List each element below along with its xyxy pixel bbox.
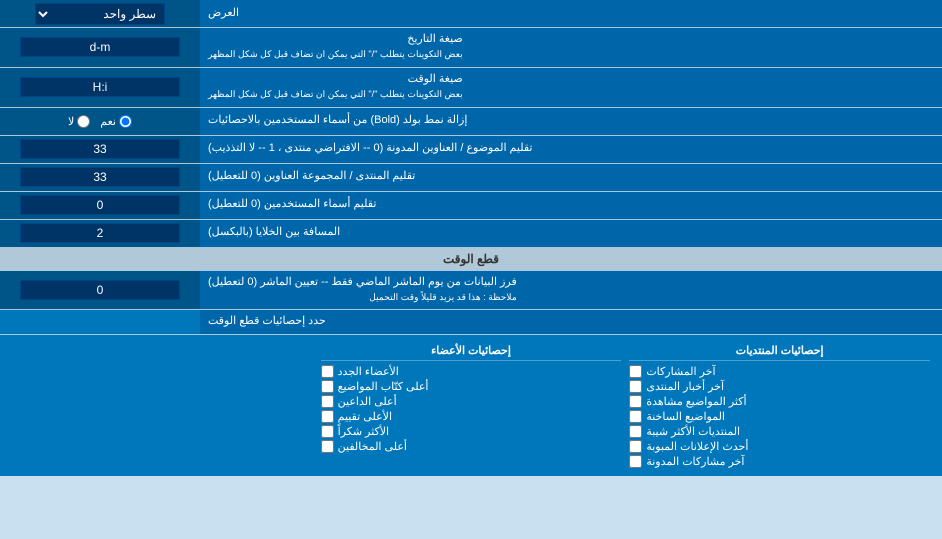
topic-address-input-cell bbox=[0, 136, 200, 163]
bold-names-radio-group: نعم لا bbox=[60, 111, 140, 132]
checkbox-most-thanked: الأكثر شكراً bbox=[321, 425, 622, 438]
checkbox-latest-topics-input[interactable] bbox=[629, 410, 642, 423]
checkbox-top-rated-input[interactable] bbox=[321, 410, 334, 423]
bold-names-row: إزالة نمط بولد (Bold) من أسماء المستخدمي… bbox=[0, 108, 942, 136]
checkbox-col2: إحصائيات الأعضاء الأعضاء الجدد أعلى كتّا… bbox=[317, 339, 626, 472]
checkbox-top-active: أعلى الداعين bbox=[321, 395, 622, 408]
user-names-input-cell bbox=[0, 192, 200, 219]
topic-address-row: تقليم الموضوع / العناوين المدونة (0 -- ا… bbox=[0, 136, 942, 164]
user-names-input[interactable] bbox=[20, 195, 180, 215]
checkbox-most-similar: المنتديات الأكثر شيبة bbox=[629, 425, 930, 438]
forum-address-input[interactable] bbox=[20, 167, 180, 187]
checkbox-new-members-input[interactable] bbox=[321, 365, 334, 378]
checkbox-top-posters: أعلى كتّاب المواضيع bbox=[321, 380, 622, 393]
cutoff-days-input-cell bbox=[0, 271, 200, 310]
checkbox-latest-posts-input[interactable] bbox=[629, 365, 642, 378]
checkbox-most-thanked-input[interactable] bbox=[321, 425, 334, 438]
forum-address-row: تقليم المنتدى / المجموعة العناوين (0 للت… bbox=[0, 164, 942, 192]
checkbox-latest-news: آخر أخبار المنتدى bbox=[629, 380, 930, 393]
cutoff-days-input[interactable] bbox=[20, 280, 180, 300]
bold-no-radio[interactable] bbox=[77, 115, 90, 128]
forum-address-input-cell bbox=[0, 164, 200, 191]
date-format-label: صيغة التاريخبعض التكوينات يتطلب "/" التي… bbox=[200, 28, 942, 67]
checkbox-latest-topics: المواضيع الساخنة bbox=[629, 410, 930, 423]
checkbox-top-posters-input[interactable] bbox=[321, 380, 334, 393]
topic-address-input[interactable] bbox=[20, 139, 180, 159]
checkbox-most-similar-input[interactable] bbox=[629, 425, 642, 438]
forum-address-label: تقليم المنتدى / المجموعة العناوين (0 للت… bbox=[200, 164, 942, 191]
bold-no-label[interactable]: لا bbox=[68, 115, 90, 128]
display-mode-label: العرض bbox=[200, 0, 942, 27]
checkbox-latest-ads: أحدث الإعلانات المبوبة bbox=[629, 440, 930, 453]
checkboxes-container: إحصائيات المنتديات آخر المشاركات آخر أخب… bbox=[0, 339, 942, 472]
cell-spacing-label: المسافة بين الخلايا (بالبكسل) bbox=[200, 220, 942, 247]
display-mode-row: العرض سطر واحدمتعدد الأسطر bbox=[0, 0, 942, 28]
time-format-label: صيغة الوقتبعض التكوينات يتطلب "/" التي ي… bbox=[200, 68, 942, 107]
checkbox-most-viewed: أكثر المواضيع مشاهدة bbox=[629, 395, 930, 408]
checkbox-most-viewed-input[interactable] bbox=[629, 395, 642, 408]
checkbox-latest-posts: آخر المشاركات bbox=[629, 365, 930, 378]
checkbox-top-moderators-input[interactable] bbox=[321, 440, 334, 453]
bold-yes-label[interactable]: نعم bbox=[100, 115, 132, 128]
checkbox-top-active-input[interactable] bbox=[321, 395, 334, 408]
topic-address-label: تقليم الموضوع / العناوين المدونة (0 -- ا… bbox=[200, 136, 942, 163]
cell-spacing-input-cell bbox=[0, 220, 200, 247]
cutoff-section-header: قطع الوقت bbox=[0, 248, 942, 271]
limit-row: حدد إحصائيات قطع الوقت bbox=[0, 310, 942, 334]
user-names-label: تقليم أسماء المستخدمين (0 للتعطيل) bbox=[200, 192, 942, 219]
checkbox-col3 bbox=[8, 339, 317, 472]
date-format-input[interactable] bbox=[20, 37, 180, 57]
bold-names-label: إزالة نمط بولد (Bold) من أسماء المستخدمي… bbox=[200, 108, 942, 135]
user-names-row: تقليم أسماء المستخدمين (0 للتعطيل) bbox=[0, 192, 942, 220]
checkbox-top-moderators: أعلى المخالفين bbox=[321, 440, 622, 453]
checkbox-latest-collab-input[interactable] bbox=[629, 455, 642, 468]
cutoff-days-row: فرز البيانات من يوم الماشر الماضي فقط --… bbox=[0, 271, 942, 311]
bold-yes-radio[interactable] bbox=[119, 115, 132, 128]
time-format-input-cell bbox=[0, 68, 200, 107]
date-format-input-cell bbox=[0, 28, 200, 67]
limit-label: حدد إحصائيات قطع الوقت bbox=[200, 310, 942, 333]
checkbox-latest-news-input[interactable] bbox=[629, 380, 642, 393]
display-mode-select[interactable]: سطر واحدمتعدد الأسطر bbox=[35, 3, 165, 25]
limit-input-cell bbox=[0, 310, 200, 333]
display-mode-input-cell: سطر واحدمتعدد الأسطر bbox=[0, 0, 200, 27]
time-format-row: صيغة الوقتبعض التكوينات يتطلب "/" التي ي… bbox=[0, 68, 942, 108]
cell-spacing-input[interactable] bbox=[20, 223, 180, 243]
col1-header: إحصائيات المنتديات bbox=[629, 341, 930, 361]
checkbox-latest-collab: آخر مشاركات المدونة bbox=[629, 455, 930, 468]
checkbox-top-rated: الأعلى تقييم bbox=[321, 410, 622, 423]
checkbox-new-members: الأعضاء الجدد bbox=[321, 365, 622, 378]
time-format-input[interactable] bbox=[20, 77, 180, 97]
col2-header: إحصائيات الأعضاء bbox=[321, 341, 622, 361]
date-format-row: صيغة التاريخبعض التكوينات يتطلب "/" التي… bbox=[0, 28, 942, 68]
checkbox-col1: إحصائيات المنتديات آخر المشاركات آخر أخب… bbox=[625, 339, 934, 472]
checkbox-latest-ads-input[interactable] bbox=[629, 440, 642, 453]
checkboxes-section: إحصائيات المنتديات آخر المشاركات آخر أخب… bbox=[0, 335, 942, 476]
bold-names-input-cell: نعم لا bbox=[0, 108, 200, 135]
cell-spacing-row: المسافة بين الخلايا (بالبكسل) bbox=[0, 220, 942, 248]
cutoff-days-label: فرز البيانات من يوم الماشر الماضي فقط --… bbox=[200, 271, 942, 310]
